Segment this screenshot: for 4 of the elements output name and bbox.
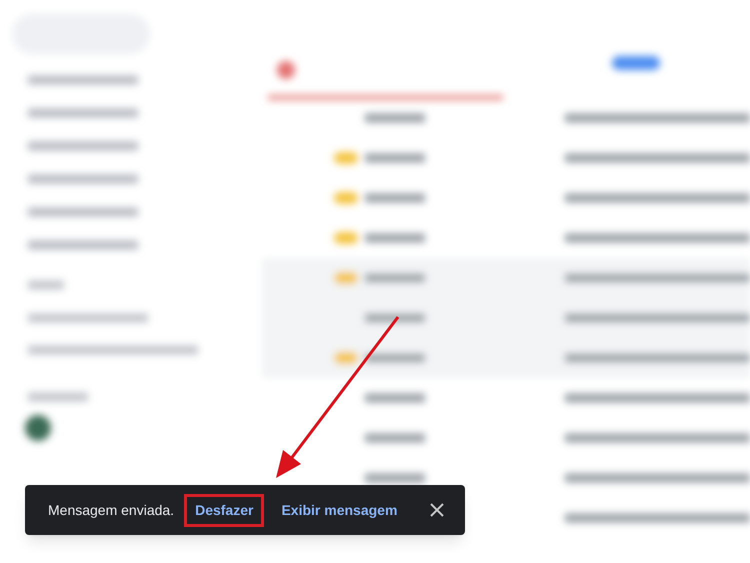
snackbar-message: Mensagem enviada. — [48, 500, 174, 520]
snackbar-action[interactable]: Exibir mensagem — [270, 494, 408, 526]
close-icon — [430, 503, 444, 517]
snackbar-action[interactable]: Desfazer — [184, 494, 264, 526]
